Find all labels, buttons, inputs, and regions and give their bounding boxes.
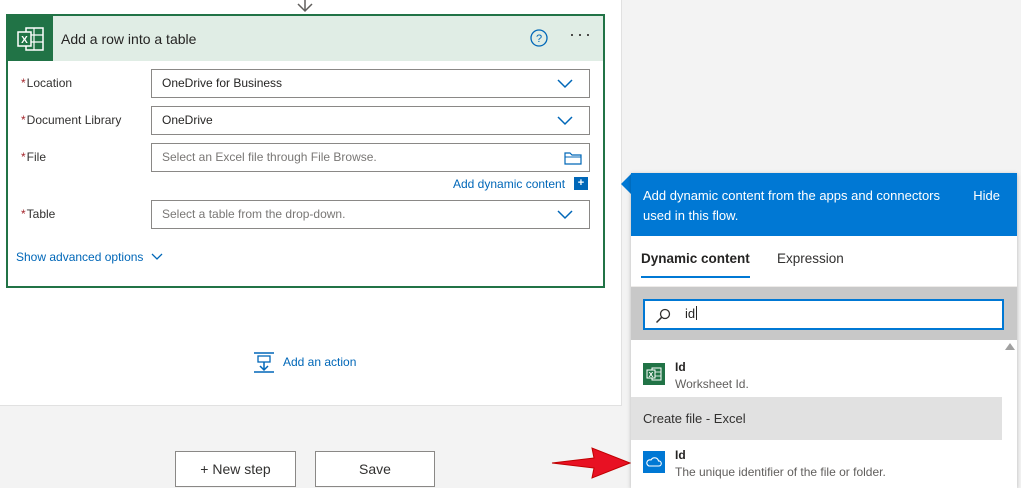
scroll-up-icon[interactable] — [1005, 343, 1015, 350]
search-input[interactable]: id — [643, 299, 1004, 330]
panel-pointer — [621, 174, 631, 194]
document-library-label: *Document Library — [21, 113, 122, 127]
panel-header: Add dynamic content from the apps and co… — [631, 173, 1017, 236]
search-area: id — [631, 287, 1017, 340]
file-label: *File — [21, 150, 47, 164]
add-an-action-button[interactable]: Add an action — [253, 351, 356, 373]
chevron-down-icon — [557, 116, 573, 126]
svg-text:X: X — [21, 35, 28, 46]
flow-canvas: X Add a row into a table ? ··· *Location… — [0, 0, 622, 406]
excel-icon: X — [8, 16, 53, 61]
panel-tabs: Dynamic content Expression — [631, 236, 1017, 287]
search-icon — [655, 308, 671, 324]
add-dynamic-content-link[interactable]: Add dynamic content — [453, 177, 565, 191]
search-value: id — [685, 306, 698, 321]
result-description: The unique identifier of the file or fol… — [675, 465, 886, 479]
table-label: *Table — [21, 207, 56, 221]
table-dropdown[interactable]: Select a table from the drop-down. — [151, 200, 590, 229]
save-button[interactable]: Save — [315, 451, 435, 487]
group-header[interactable]: Create file - Excel — [631, 397, 1002, 440]
location-label: *Location — [21, 76, 73, 90]
add-dynamic-content-icon[interactable]: + — [574, 177, 588, 190]
result-name: Id — [675, 360, 686, 374]
table-placeholder: Select a table from the drop-down. — [162, 207, 346, 221]
location-value: OneDrive for Business — [162, 76, 283, 90]
document-library-dropdown[interactable]: OneDrive — [151, 106, 590, 135]
file-placeholder: Select an Excel file through File Browse… — [162, 150, 377, 164]
card-title: Add a row into a table — [61, 31, 197, 47]
file-input[interactable]: Select an Excel file through File Browse… — [151, 143, 590, 172]
add-an-action-label: Add an action — [283, 355, 357, 369]
add-action-icon — [254, 352, 274, 373]
excel-icon: X — [643, 363, 665, 385]
folder-icon[interactable] — [564, 151, 582, 165]
connector-arrow-icon — [297, 0, 313, 13]
text-caret — [696, 306, 698, 320]
card-header[interactable]: X Add a row into a table ? ··· — [8, 16, 603, 61]
red-arrow-pointer-icon — [551, 447, 632, 479]
result-description: Worksheet Id. — [675, 377, 749, 391]
location-dropdown[interactable]: OneDrive for Business — [151, 69, 590, 98]
scrollbar[interactable] — [1002, 340, 1017, 488]
result-item[interactable]: Id The unique identifier of the file or … — [631, 441, 1002, 485]
panel-header-text: Add dynamic content from the apps and co… — [643, 188, 941, 223]
document-library-value: OneDrive — [162, 113, 213, 127]
help-icon[interactable]: ? — [529, 28, 549, 48]
new-step-button[interactable]: + New step — [175, 451, 296, 487]
more-options-icon[interactable]: ··· — [568, 25, 594, 48]
action-card: X Add a row into a table ? ··· *Location… — [6, 14, 605, 288]
chevron-down-icon — [557, 210, 573, 220]
dynamic-content-panel: Add dynamic content from the apps and co… — [631, 173, 1017, 488]
result-name: Id — [675, 448, 686, 462]
svg-text:?: ? — [536, 33, 542, 45]
hide-button[interactable]: Hide — [973, 188, 1000, 203]
show-advanced-options-link[interactable]: Show advanced options — [16, 250, 143, 264]
svg-text:X: X — [649, 372, 654, 379]
chevron-down-icon[interactable] — [151, 253, 163, 261]
tab-expression[interactable]: Expression — [777, 251, 844, 266]
tab-dynamic-content[interactable]: Dynamic content — [641, 251, 750, 278]
result-item[interactable]: X Id Worksheet Id. — [631, 353, 1002, 397]
onedrive-icon — [643, 451, 665, 473]
chevron-down-icon — [557, 79, 573, 89]
